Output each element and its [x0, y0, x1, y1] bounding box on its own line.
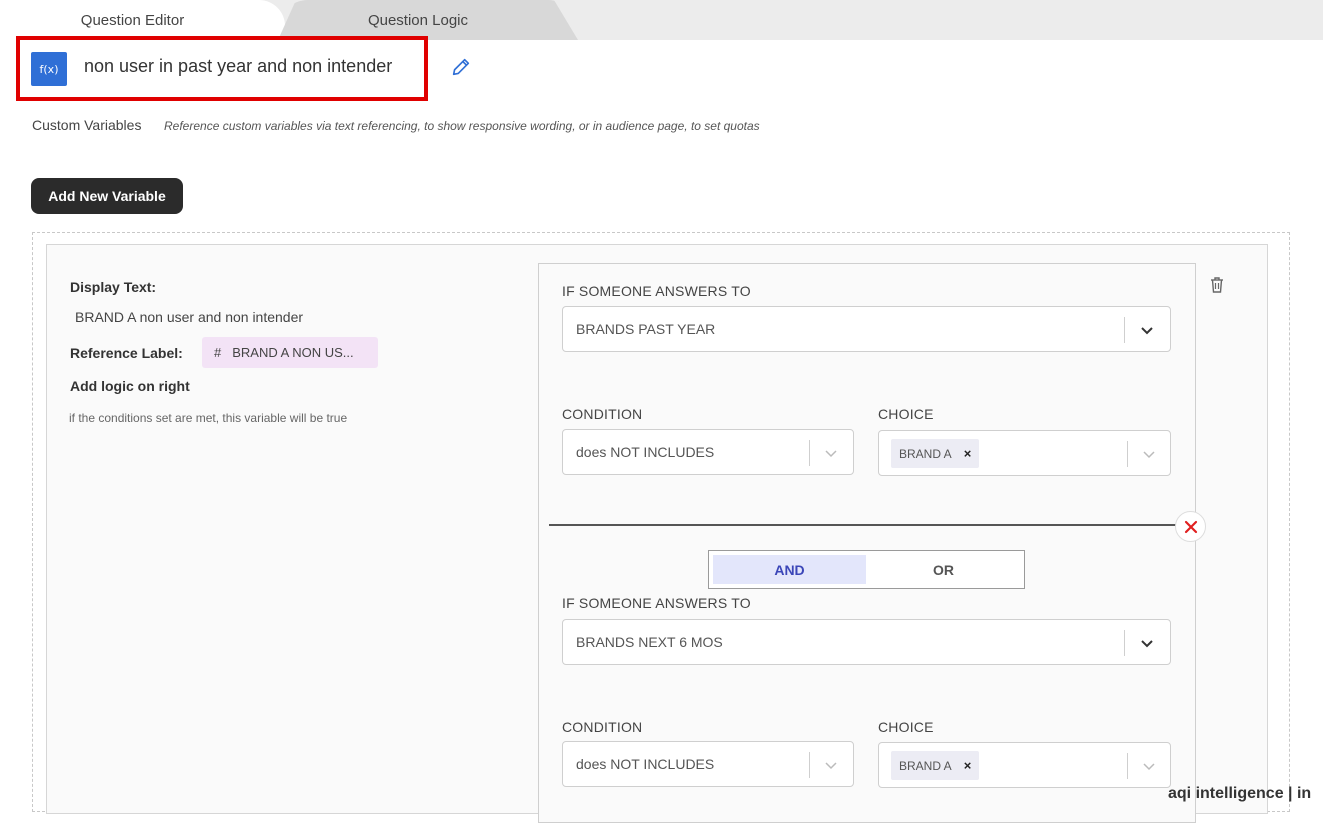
or-button[interactable]: OR	[867, 555, 1020, 584]
close-icon	[1184, 520, 1197, 533]
edit-pencil-icon[interactable]	[450, 56, 472, 78]
add-logic-label: Add logic on right	[70, 378, 190, 394]
display-text-value[interactable]: BRAND A non user and non intender	[75, 309, 303, 325]
rule1-choice-select[interactable]: BRAND A ×	[878, 430, 1171, 476]
tab-question-logic-label: Question Logic	[367, 11, 469, 29]
select-separator	[1127, 441, 1128, 467]
and-or-toggle: AND OR	[708, 550, 1025, 589]
rule1-choice-chip-text: BRAND A	[899, 446, 952, 461]
logic-hint: if the conditions set are met, this vari…	[69, 411, 348, 425]
chevron-down-icon[interactable]	[1138, 321, 1156, 339]
and-button[interactable]: AND	[713, 555, 866, 584]
rule1-condition-label: CONDITION	[562, 406, 643, 422]
rule1-question-label: IF SOMEONE ANSWERS TO	[562, 283, 751, 299]
rule2-condition-label: CONDITION	[562, 719, 643, 735]
select-separator	[1124, 630, 1125, 656]
rule2-choice-select[interactable]: BRAND A ×	[878, 742, 1171, 788]
custom-variables-description: Reference custom variables via text refe…	[164, 119, 760, 133]
select-separator	[809, 440, 810, 466]
chevron-down-icon[interactable]	[1140, 757, 1158, 775]
remove-chip-icon[interactable]: ×	[964, 758, 972, 773]
function-icon: f(x)	[31, 52, 67, 86]
reference-label: Reference Label:	[70, 345, 183, 361]
rule2-question-label: IF SOMEONE ANSWERS TO	[562, 595, 751, 611]
custom-variables-label: Custom Variables	[32, 117, 142, 133]
chevron-down-icon[interactable]	[1138, 634, 1156, 652]
chevron-down-icon[interactable]	[822, 756, 840, 774]
rule2-question-value: BRANDS NEXT 6 MOS	[576, 634, 723, 650]
rule-divider	[549, 524, 1181, 526]
rule1-condition-value: does NOT INCLUDES	[576, 444, 715, 460]
reference-chip-text: BRAND A NON US...	[232, 345, 354, 360]
tab-question-logic[interactable]: Question Logic	[278, 0, 578, 40]
tab-question-editor[interactable]: Question Editor	[0, 0, 285, 40]
rule2-condition-value: does NOT INCLUDES	[576, 756, 715, 772]
rule1-condition-select[interactable]: does NOT INCLUDES	[562, 429, 854, 475]
chevron-down-icon[interactable]	[1140, 445, 1158, 463]
footer-logo: aqi intelligence | in	[1168, 785, 1312, 802]
remove-rule-button[interactable]	[1175, 511, 1206, 542]
remove-chip-icon[interactable]: ×	[964, 446, 972, 461]
rule2-choice-chip-text: BRAND A	[899, 758, 952, 773]
reference-label-chip[interactable]: # BRAND A NON US...	[202, 337, 378, 368]
trash-icon[interactable]	[1209, 276, 1225, 294]
select-separator	[809, 752, 810, 778]
add-new-variable-button[interactable]: Add New Variable	[31, 178, 183, 214]
tab-question-editor-label: Question Editor	[80, 11, 185, 29]
select-separator	[1124, 317, 1125, 343]
rule2-choice-chip: BRAND A ×	[891, 751, 980, 780]
variable-name: non user in past year and non intender	[84, 56, 393, 76]
rule1-question-value: BRANDS PAST YEAR	[576, 321, 716, 337]
chevron-down-icon[interactable]	[822, 444, 840, 462]
rule2-choice-label: CHOICE	[878, 719, 934, 735]
rule2-condition-select[interactable]: does NOT INCLUDES	[562, 741, 854, 787]
hash-icon: #	[214, 345, 222, 360]
rule1-question-select[interactable]: BRANDS PAST YEAR	[562, 306, 1171, 352]
rule1-choice-chip: BRAND A ×	[891, 439, 980, 468]
select-separator	[1127, 753, 1128, 779]
tab-bar: Question Editor Question Logic	[0, 0, 1323, 40]
rule2-question-select[interactable]: BRANDS NEXT 6 MOS	[562, 619, 1171, 665]
rule1-choice-label: CHOICE	[878, 406, 934, 422]
display-text-label: Display Text:	[70, 279, 157, 295]
